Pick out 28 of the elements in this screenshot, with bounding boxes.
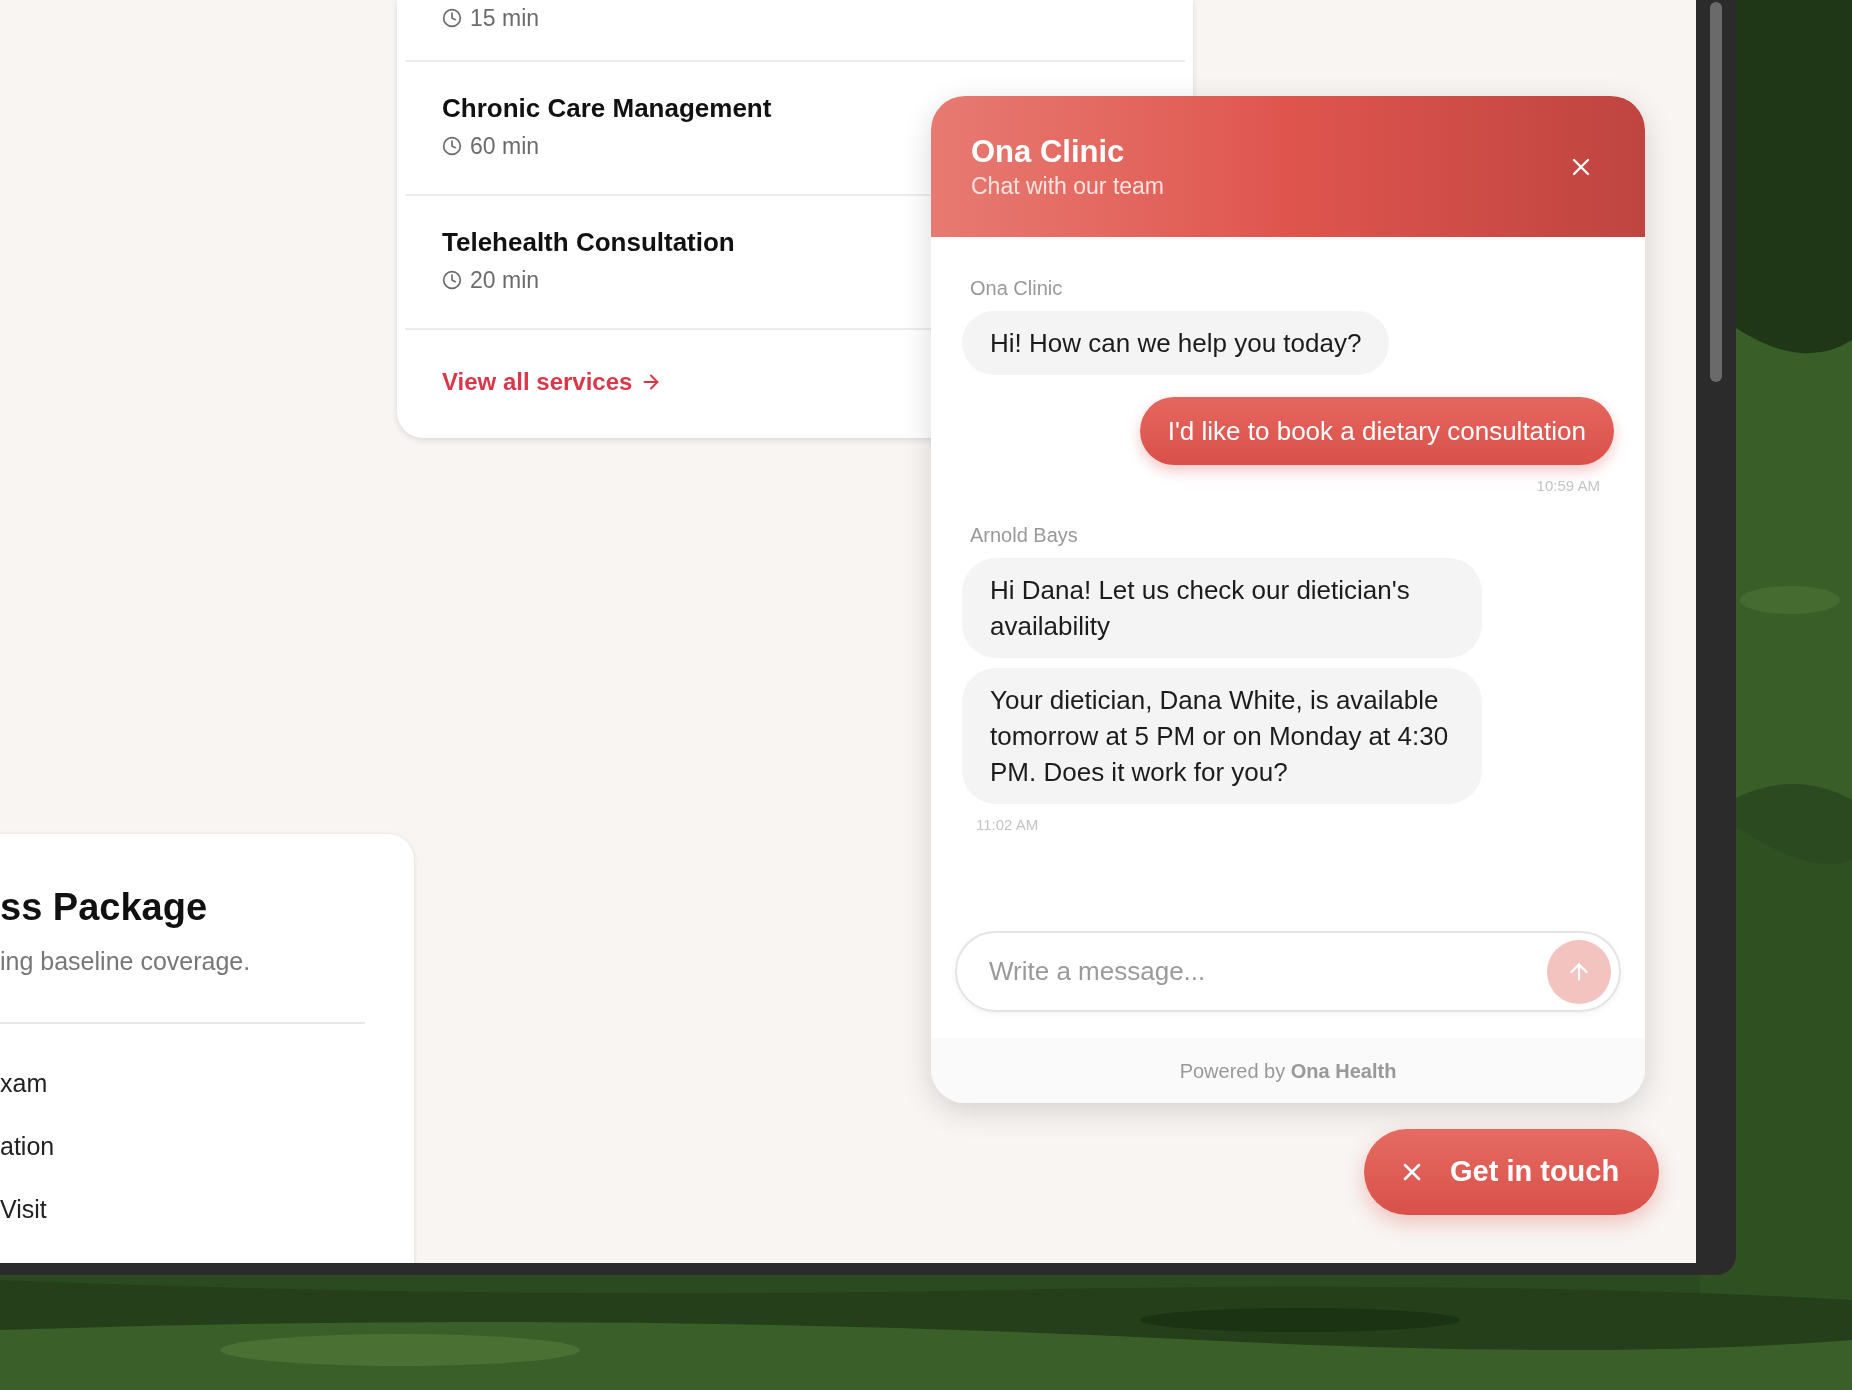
message-time: 11:02 AM — [976, 814, 1039, 835]
service-duration: 20 min — [470, 266, 540, 294]
incoming-message: Your dietician, Dana White, is available tomorrow at 5 PM or on Monday at 4:30 PM. Does it work for you? — [962, 667, 1482, 804]
message-input[interactable]: Write a message... — [989, 952, 1547, 991]
service-duration: 15 min — [470, 4, 540, 32]
clock-icon — [442, 270, 462, 290]
package-item: ation — [0, 1131, 56, 1161]
outgoing-message: I'd like to book a dietary consultation — [1139, 397, 1614, 465]
incoming-message: Hi Dana! Let us check our dietician's availability — [962, 557, 1482, 658]
incoming-message: Hi! How can we help you today? — [962, 311, 1390, 375]
service-duration: 60 min — [470, 132, 540, 160]
sender-name: Arnold Bays — [970, 522, 1078, 548]
package-item: xam — [0, 1068, 49, 1098]
clock-icon — [442, 8, 462, 28]
service-title: Telehealth Consultation — [442, 226, 736, 258]
package-item: Visit — [0, 1194, 48, 1224]
powered-by-text: Powered by Ona Health — [1179, 1058, 1397, 1084]
clock-icon — [442, 136, 462, 156]
message-field[interactable]: Write a message... — [955, 931, 1621, 1012]
get-in-touch-button[interactable]: Get in touch — [1364, 1129, 1660, 1215]
message-time: 10:59 AM — [1536, 476, 1600, 496]
chat-subtitle: Chat with our team — [971, 171, 1165, 201]
sender-name: Ona Clinic — [970, 276, 1063, 301]
view-all-services-link[interactable]: View all services — [442, 364, 663, 400]
package-title: ss Package — [0, 885, 209, 930]
chat-title: Ona Clinic — [971, 132, 1126, 171]
package-description: ing baseline coverage. — [0, 946, 252, 976]
service-title: Chronic Care Management — [442, 92, 773, 124]
